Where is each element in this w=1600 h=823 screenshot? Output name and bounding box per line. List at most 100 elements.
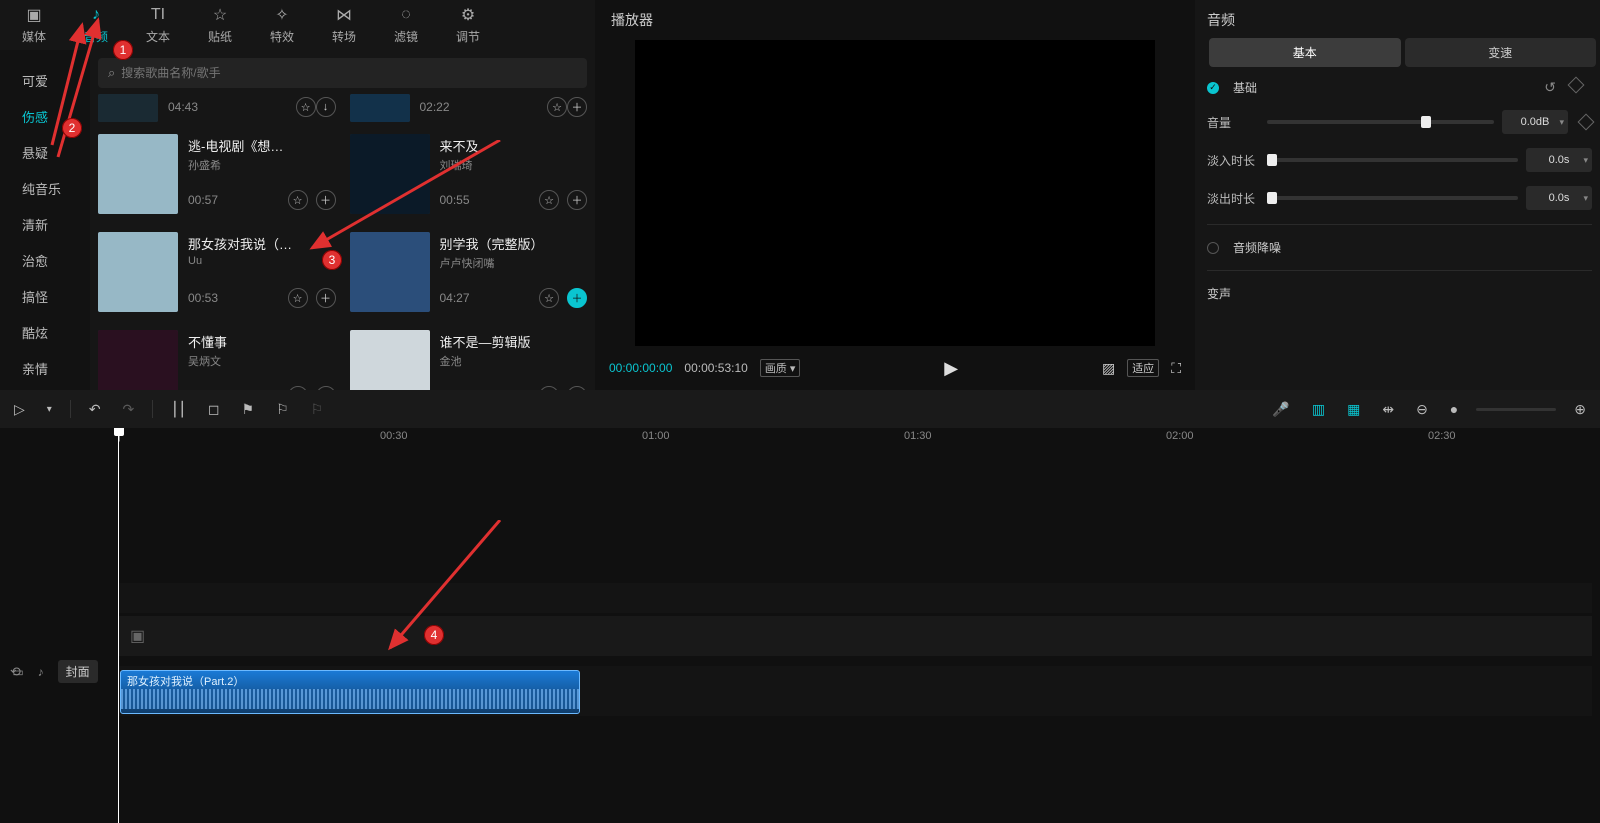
reset-icon[interactable]: ↺ <box>1544 79 1556 96</box>
magnet-icon[interactable]: ▥ <box>1308 399 1329 420</box>
quality-selector[interactable]: 画质 ▾ <box>760 359 801 377</box>
zoom-out-icon[interactable]: ⊖ <box>1412 399 1432 420</box>
time-total: 00:00:53:10 <box>684 361 747 375</box>
add-icon[interactable]: ＋ <box>316 190 336 210</box>
cat-funny[interactable]: 搞怪 <box>0 280 90 316</box>
music-title: 那女孩对我说（… <box>188 234 336 253</box>
video-track[interactable]: ▣ <box>118 616 1592 656</box>
zoom-track[interactable] <box>1476 408 1556 411</box>
keyframe-icon[interactable] <box>1578 114 1595 131</box>
original-ratio-icon[interactable]: ▨ <box>1102 360 1115 377</box>
player-controls: 00:00:00:00 00:00:53:10 画质 ▾ ▶ ▨ 适应 ⛶ <box>595 346 1195 390</box>
music-card[interactable]: 不懂事吴炳文03:51☆＋ <box>98 326 336 390</box>
mic-icon[interactable]: 🎤 <box>1268 399 1293 420</box>
favorite-icon[interactable]: ☆ <box>539 190 559 210</box>
undo-icon[interactable]: ↶ <box>85 399 105 420</box>
music-card[interactable]: 02:22 ☆ ＋ <box>350 92 588 124</box>
cat-fresh[interactable]: 清新 <box>0 208 90 244</box>
add-icon[interactable]: ＋ <box>567 288 587 308</box>
track-link-icon[interactable]: ⟲ <box>10 664 21 680</box>
playhead[interactable] <box>118 428 119 823</box>
nav-text[interactable]: TI文本 <box>136 6 180 45</box>
marker-right-icon[interactable]: ⚐ <box>272 399 293 420</box>
music-title: 谁不是—剪辑版 <box>440 332 588 351</box>
cat-sad[interactable]: 伤感 <box>0 100 90 136</box>
search-input[interactable] <box>121 66 577 80</box>
tab-speed[interactable]: 变速 <box>1405 38 1597 67</box>
marker-left-icon[interactable]: ⚑ <box>238 399 259 420</box>
scale-fit-button[interactable]: 适应 <box>1127 359 1159 377</box>
music-artist: 吴炳文 <box>188 353 336 369</box>
favorite-icon[interactable]: ☆ <box>288 288 308 308</box>
split-icon[interactable]: ⎮⎮ <box>167 399 190 420</box>
align-icon[interactable]: ⇹ <box>1378 399 1398 420</box>
music-duration: 00:53 <box>188 291 218 305</box>
track-headers: ▭ ♪ 封面 <box>0 448 110 823</box>
music-card[interactable]: 谁不是—剪辑版金池00:41☆＋ <box>350 326 588 390</box>
music-card[interactable]: 来不及刘瑞琦00:55☆＋ <box>350 130 588 214</box>
add-icon[interactable]: ＋ <box>567 97 587 117</box>
mute-icon[interactable]: ♪ <box>38 665 44 679</box>
nav-transition[interactable]: ⋈转场 <box>322 6 366 45</box>
add-video-icon[interactable]: ▣ <box>130 626 145 646</box>
volume-value[interactable]: 0.0dB <box>1502 110 1568 134</box>
redo-icon[interactable]: ↷ <box>119 399 139 420</box>
nav-audio[interactable]: ♪音频 <box>74 6 118 45</box>
player-canvas[interactable] <box>635 40 1155 346</box>
link-icon[interactable]: ▦ <box>1343 399 1364 420</box>
timeline-ruler[interactable]: | 00:30 01:00 01:30 02:00 02:30 <box>118 428 1600 448</box>
basic-check-icon[interactable]: ✓ <box>1207 82 1219 94</box>
nav-adjust[interactable]: ⚙调节 <box>446 6 490 45</box>
cat-cute[interactable]: 可爱 <box>0 64 90 100</box>
timeline: ▷ ▾ ↶ ↷ ⎮⎮ ◻ ⚑ ⚐ ⚐ 🎤 ▥ ▦ ⇹ ⊖ ● ⊕ | 00:30… <box>0 390 1600 823</box>
flag-icon[interactable]: ⚐ <box>307 399 328 420</box>
fadeout-slider[interactable] <box>1267 196 1518 200</box>
nav-effect[interactable]: ✧特效 <box>260 6 304 45</box>
fadeout-label: 淡出时长 <box>1207 190 1259 207</box>
cover-button[interactable]: 封面 <box>58 660 98 683</box>
waveform <box>121 689 579 709</box>
denoise-check[interactable] <box>1207 242 1219 254</box>
zoom-slider[interactable]: ● <box>1446 399 1462 419</box>
cat-healing[interactable]: 治愈 <box>0 244 90 280</box>
audio-clip[interactable]: 那女孩对我说（Part.2） <box>120 670 580 714</box>
cat-instrumental[interactable]: 纯音乐 <box>0 172 90 208</box>
music-artist: Uu <box>188 255 336 267</box>
zoom-in-icon[interactable]: ⊕ <box>1570 399 1590 420</box>
nav-media[interactable]: ▣媒体 <box>12 6 56 45</box>
volume-slider[interactable] <box>1267 120 1494 124</box>
crop-icon[interactable]: ◻ <box>204 399 224 420</box>
music-duration: 00:55 <box>440 193 470 207</box>
music-card[interactable]: 那女孩对我说（… Uu 00:53 ☆ ＋ <box>98 228 336 312</box>
keyframe-icon[interactable] <box>1568 77 1585 94</box>
pointer-dropdown-icon[interactable]: ▾ <box>43 402 56 417</box>
music-title: 逃-电视剧《想… <box>188 136 336 155</box>
music-card[interactable]: 别学我（完整版）卢卢快闭嘴04:27☆＋ <box>350 228 588 312</box>
cat-family[interactable]: 亲情 <box>0 352 90 388</box>
fadein-slider[interactable] <box>1267 158 1518 162</box>
music-thumb <box>350 94 410 122</box>
add-icon[interactable]: ＋ <box>316 288 336 308</box>
music-card[interactable]: 04:43 ☆ ↓ <box>98 92 336 124</box>
play-button[interactable]: ▶ <box>944 358 958 379</box>
fadein-value[interactable]: 0.0s <box>1526 148 1592 172</box>
volume-label: 音量 <box>1207 114 1259 131</box>
tracks-area[interactable]: ▣ 那女孩对我说（Part.2） <box>118 448 1592 823</box>
fullscreen-icon[interactable]: ⛶ <box>1171 360 1181 377</box>
fadeout-value[interactable]: 0.0s <box>1526 186 1592 210</box>
pointer-tool-icon[interactable]: ▷ <box>10 399 29 420</box>
cat-cool[interactable]: 酷炫 <box>0 316 90 352</box>
favorite-icon[interactable]: ☆ <box>547 97 567 117</box>
left-panel: ▣媒体 ♪音频 TI文本 ☆贴纸 ✧特效 ⋈转场 ◌滤镜 ⚙调节 可爱 伤感 悬… <box>0 0 595 390</box>
tab-basic[interactable]: 基本 <box>1209 38 1401 67</box>
favorite-icon[interactable]: ☆ <box>539 288 559 308</box>
music-card[interactable]: 逃-电视剧《想…孙盛希00:57☆＋ <box>98 130 336 214</box>
download-icon[interactable]: ↓ <box>316 97 336 117</box>
favorite-icon[interactable]: ☆ <box>288 190 308 210</box>
search-box[interactable]: ⌕ <box>98 58 587 88</box>
add-icon[interactable]: ＋ <box>567 190 587 210</box>
nav-sticker[interactable]: ☆贴纸 <box>198 6 242 45</box>
nav-filter[interactable]: ◌滤镜 <box>384 6 428 45</box>
favorite-icon[interactable]: ☆ <box>296 97 316 117</box>
cat-suspense[interactable]: 悬疑 <box>0 136 90 172</box>
